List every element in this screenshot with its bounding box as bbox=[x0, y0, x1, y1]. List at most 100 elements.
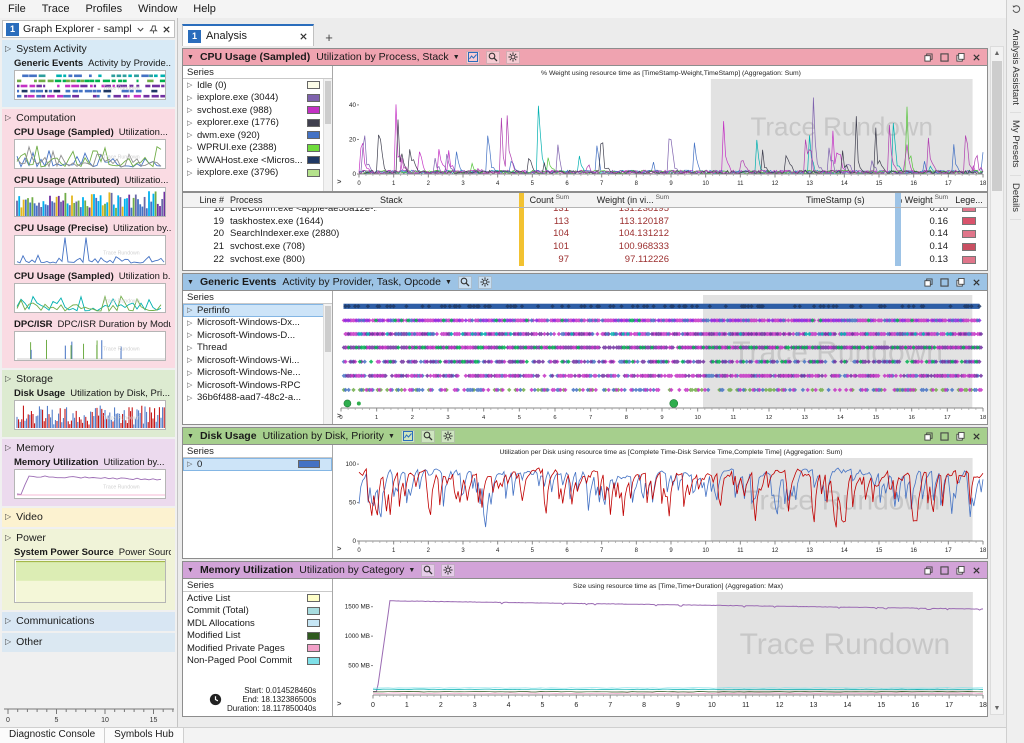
restore-pane-icon[interactable] bbox=[922, 51, 935, 63]
graph-explorer-item[interactable]: CPU Usage (Sampled)Utilization b...Trace… bbox=[2, 270, 175, 318]
restore-pane-icon[interactable] bbox=[922, 276, 935, 288]
maximize-pane-icon[interactable] bbox=[938, 276, 951, 288]
table-header-row[interactable]: Line # Process Stack CountSum Weight (in… bbox=[183, 193, 987, 208]
bottom-tab-symbols-hub[interactable]: Symbols Hub bbox=[105, 728, 183, 743]
series-row[interactable]: ▷Idle (0) bbox=[183, 79, 332, 92]
tab-analysis[interactable]: 1 Analysis bbox=[182, 24, 314, 46]
preset-dropdown[interactable]: Utilization by Disk, Priority▼ bbox=[263, 430, 395, 442]
open-graph-icon[interactable] bbox=[466, 51, 480, 64]
thumbnail-dpc[interactable]: Trace Rundown bbox=[14, 331, 166, 361]
scroll-down-icon[interactable]: ▼ bbox=[991, 702, 1003, 714]
scrollbar-thumb[interactable] bbox=[992, 61, 1002, 191]
chevron-down-icon[interactable] bbox=[136, 25, 145, 34]
rail-tab-my-presets[interactable]: My Presets bbox=[1010, 113, 1021, 176]
section-header[interactable]: ▷System Activity bbox=[2, 40, 175, 57]
section-header[interactable]: ▷Power bbox=[2, 529, 175, 546]
disk-chart[interactable]: Trace RundownUtilization per Disk using … bbox=[333, 445, 987, 558]
search-icon[interactable] bbox=[486, 51, 500, 64]
close-icon[interactable] bbox=[162, 25, 171, 34]
rail-tab-analysis-assistant[interactable]: Analysis Assistant bbox=[1010, 22, 1021, 113]
disk-panel-header[interactable]: ▼ Disk Usage Utilization by Disk, Priori… bbox=[183, 428, 987, 445]
expander-icon[interactable]: ▷ bbox=[187, 394, 194, 402]
collapse-icon[interactable]: ▼ bbox=[187, 433, 194, 440]
search-icon[interactable] bbox=[421, 430, 435, 443]
expander-icon[interactable]: ▷ bbox=[187, 344, 194, 352]
expander-icon[interactable]: ▷ bbox=[187, 319, 194, 327]
thumbnail-cpu1[interactable]: Trace Rundown bbox=[14, 139, 166, 169]
close-pane-icon[interactable] bbox=[970, 564, 983, 576]
thumbnail-disk[interactable]: Trace Rundown bbox=[14, 400, 166, 430]
cpu-chart[interactable]: Trace Rundown% Weight using resource tim… bbox=[333, 66, 987, 191]
menu-window[interactable]: Window bbox=[130, 2, 185, 16]
maximize-pane-icon[interactable] bbox=[938, 51, 951, 63]
series-row[interactable]: ▷Microsoft-Windows-Ne... bbox=[183, 367, 332, 380]
events-panel-header[interactable]: ▼ Generic Events Activity by Provider, T… bbox=[183, 274, 987, 291]
graph-explorer-item[interactable]: Memory UtilizationUtilization by...Trace… bbox=[2, 456, 175, 504]
graph-explorer-item[interactable]: CPU Usage (Sampled)Utilization...Trace R… bbox=[2, 126, 175, 174]
series-row[interactable]: Non-Paged Pool Commit bbox=[183, 655, 332, 668]
search-icon[interactable] bbox=[458, 276, 472, 289]
table-row[interactable]: 19taskhostex.exe (1644)113113.1201870.16 bbox=[183, 215, 987, 228]
expander-icon[interactable]: ▷ bbox=[5, 637, 11, 646]
thumbnail-cpu3[interactable]: Trace Rundown bbox=[14, 283, 166, 313]
close-pane-icon[interactable] bbox=[970, 51, 983, 63]
memory-panel-header[interactable]: ▼ Memory Utilization Utilization by Cate… bbox=[183, 562, 987, 579]
series-scrollbar[interactable] bbox=[323, 304, 332, 424]
collapse-icon[interactable]: ▼ bbox=[187, 279, 194, 286]
table-row[interactable]: 18LiveComm.exe <apple-ae58a12e-...131131… bbox=[183, 208, 987, 215]
expander-icon[interactable]: ▷ bbox=[5, 512, 11, 521]
section-header[interactable]: ▷Communications bbox=[2, 612, 175, 629]
thumbnail-events[interactable]: Trace Rundown bbox=[14, 70, 166, 100]
series-row[interactable]: ▷Microsoft-Windows-RPC bbox=[183, 379, 332, 392]
thumbnail-mem[interactable]: Trace Rundown bbox=[14, 469, 166, 499]
series-row[interactable]: ▷Thread bbox=[183, 342, 332, 355]
new-tab-button[interactable]: + bbox=[318, 28, 340, 46]
gear-icon[interactable] bbox=[478, 276, 492, 289]
maximize-pane-icon[interactable] bbox=[938, 564, 951, 576]
expander-icon[interactable]: ▷ bbox=[187, 106, 194, 114]
graph-explorer-item[interactable]: Disk UsageUtilization by Disk, Pri...Tra… bbox=[2, 387, 175, 435]
expander-icon[interactable]: ▷ bbox=[187, 356, 194, 364]
series-row[interactable]: ▷0 bbox=[183, 458, 332, 471]
memory-chart[interactable]: Trace RundownSize using resource time as… bbox=[333, 579, 987, 716]
copy-pane-icon[interactable] bbox=[954, 51, 967, 63]
table-row[interactable]: 20SearchIndexer.exe (2880)104104.1312120… bbox=[183, 228, 987, 241]
table-row[interactable]: 22svchost.exe (800)9797.1122260.13 bbox=[183, 253, 987, 266]
series-row[interactable]: ▷WPRUI.exe (2388) bbox=[183, 142, 332, 155]
collapse-icon[interactable]: ▼ bbox=[187, 567, 194, 574]
menu-trace[interactable]: Trace bbox=[34, 2, 78, 16]
expander-icon[interactable]: ▷ bbox=[5, 533, 11, 542]
series-row[interactable]: ▷36b6f488-aad7-48c2-a... bbox=[183, 392, 332, 405]
menu-file[interactable]: File bbox=[0, 2, 34, 16]
section-header[interactable]: ▷Storage bbox=[2, 370, 175, 387]
close-pane-icon[interactable] bbox=[970, 276, 983, 288]
expander-icon[interactable]: ▷ bbox=[187, 81, 194, 89]
copy-pane-icon[interactable] bbox=[954, 564, 967, 576]
expander-icon[interactable]: ▷ bbox=[187, 131, 194, 139]
preset-dropdown[interactable]: Activity by Provider, Task, Opcode▼ bbox=[282, 276, 451, 288]
gear-icon[interactable] bbox=[506, 51, 520, 64]
table-row[interactable]: 21svchost.exe (708)101100.9683330.14 bbox=[183, 240, 987, 253]
events-chart[interactable]: Trace Rundown012345678910111213141516171… bbox=[333, 291, 987, 424]
expander-icon[interactable]: ▷ bbox=[5, 44, 11, 53]
series-row[interactable]: Active List bbox=[183, 592, 332, 605]
expander-icon[interactable]: ▷ bbox=[187, 169, 194, 177]
scroll-up-icon[interactable]: ▲ bbox=[991, 47, 1003, 59]
series-row[interactable]: ▷dwm.exe (920) bbox=[183, 129, 332, 142]
menu-profiles[interactable]: Profiles bbox=[77, 2, 130, 16]
series-row[interactable]: ▷svchost.exe (988) bbox=[183, 104, 332, 117]
preset-dropdown[interactable]: Utilization by Process, Stack▼ bbox=[316, 51, 459, 63]
graph-explorer-item[interactable]: CPU Usage (Attributed)Utilizatio... bbox=[2, 174, 175, 222]
restore-pane-icon[interactable] bbox=[922, 564, 935, 576]
collapse-icon[interactable]: ▼ bbox=[187, 54, 194, 61]
close-tab-icon[interactable] bbox=[299, 32, 308, 41]
expander-icon[interactable]: ▷ bbox=[187, 119, 194, 127]
thumbnail-cpubars[interactable] bbox=[14, 187, 166, 217]
gear-icon[interactable] bbox=[441, 430, 455, 443]
series-row[interactable]: ▷WWAHost.exe <Micros... bbox=[183, 154, 332, 167]
bottom-tab-diagnostic-console[interactable]: Diagnostic Console bbox=[0, 728, 105, 743]
series-row[interactable]: ▷explorer.exe (1776) bbox=[183, 117, 332, 130]
expander-icon[interactable]: ▷ bbox=[5, 443, 11, 452]
cpu-panel-header[interactable]: ▼ CPU Usage (Sampled) Utilization by Pro… bbox=[183, 49, 987, 66]
series-row[interactable]: Modified Private Pages bbox=[183, 642, 332, 655]
